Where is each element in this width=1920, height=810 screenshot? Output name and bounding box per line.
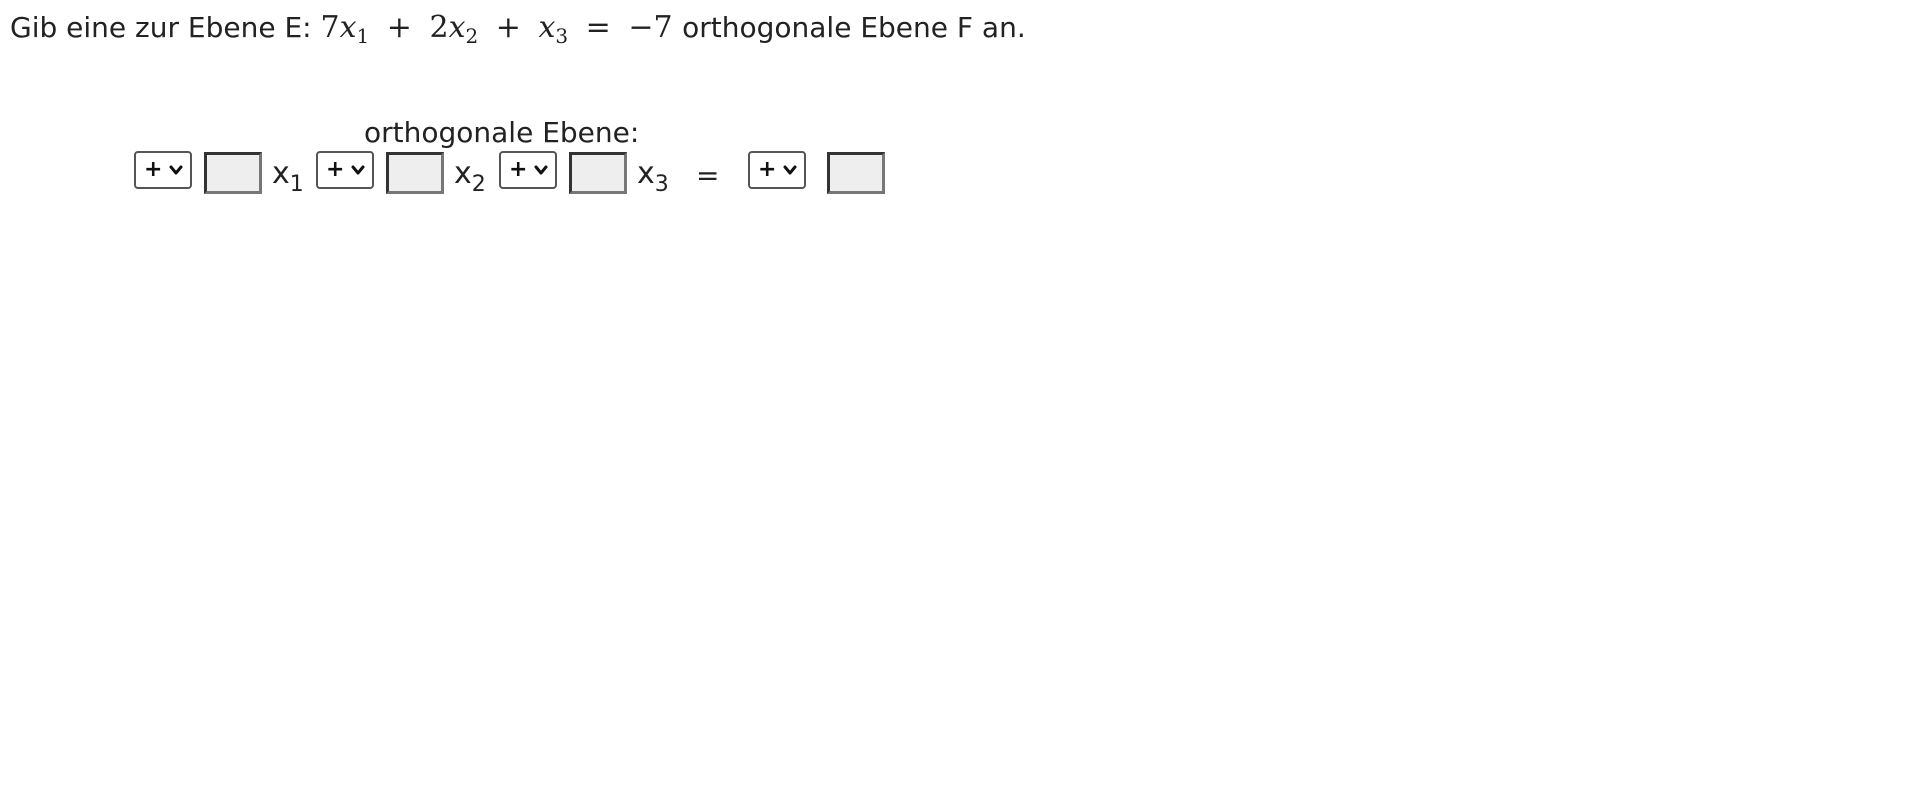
sign-select-1[interactable]: + xyxy=(134,151,192,189)
var-label-x1: x1 xyxy=(272,156,304,197)
equals-sign: = xyxy=(696,159,720,192)
plane-equation: 7x1 + 2x2 + x3 = −7 xyxy=(320,10,682,48)
eq-var-1: x xyxy=(339,10,357,45)
chevron-down-icon xyxy=(783,165,797,175)
eq-coef-1: 7 xyxy=(320,10,340,45)
eq-equals: = xyxy=(585,10,611,45)
chevron-down-icon xyxy=(351,165,365,175)
var-label-x2: x2 xyxy=(454,156,486,197)
eq-op-1: + xyxy=(386,10,412,45)
coef-input-x3[interactable] xyxy=(569,152,627,194)
question-prefix: Gib eine zur Ebene E: xyxy=(10,11,312,44)
question-text: Gib eine zur Ebene E: 7x1 + 2x2 + x3 = −… xyxy=(10,8,1026,56)
answer-form: orthogonale Ebene: + x1 + x2 + x3 = + xyxy=(134,112,894,202)
eq-op-2: + xyxy=(495,10,521,45)
sign-select-rhs-value: + xyxy=(758,157,777,182)
eq-sub-2: 2 xyxy=(465,24,479,48)
coef-input-x1[interactable] xyxy=(204,152,262,194)
eq-var-2: x xyxy=(448,10,466,45)
sign-select-2-value: + xyxy=(326,157,345,182)
chevron-down-icon xyxy=(169,165,183,175)
chevron-down-icon xyxy=(534,165,548,175)
sign-select-1-value: + xyxy=(144,157,163,182)
rhs-input[interactable] xyxy=(827,152,885,194)
eq-sub-3: 3 xyxy=(555,24,569,48)
var-label-x3: x3 xyxy=(637,156,669,197)
answer-title: orthogonale Ebene: xyxy=(364,116,640,149)
eq-var-3: x xyxy=(538,10,556,45)
sign-select-rhs[interactable]: + xyxy=(748,151,806,189)
question-suffix: orthogonale Ebene F an. xyxy=(682,11,1026,44)
sign-select-2[interactable]: + xyxy=(316,151,374,189)
eq-sub-1: 1 xyxy=(356,24,370,48)
sign-select-3-value: + xyxy=(509,157,528,182)
eq-coef-2: 2 xyxy=(429,10,449,45)
eq-rhs: −7 xyxy=(628,10,673,45)
sign-select-3[interactable]: + xyxy=(499,151,557,189)
coef-input-x2[interactable] xyxy=(386,152,444,194)
